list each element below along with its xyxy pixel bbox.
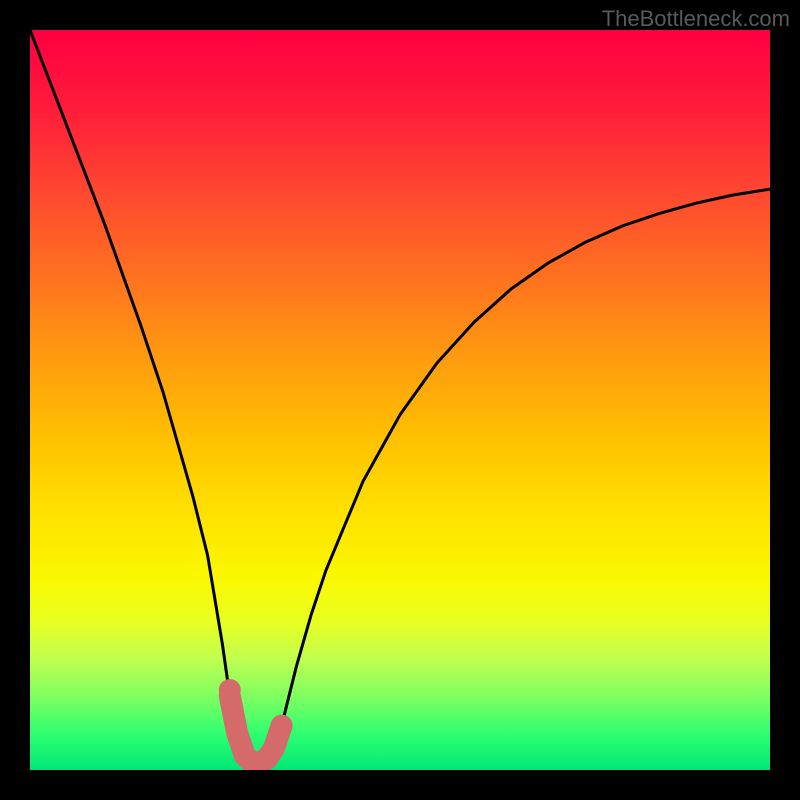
bottleneck-curve: [30, 30, 770, 763]
plot-area: [30, 30, 770, 770]
highlight-dot: [219, 679, 241, 701]
highlight-segment: [230, 696, 282, 763]
curve-svg: [30, 30, 770, 770]
attribution-label: TheBottleneck.com: [602, 6, 790, 32]
